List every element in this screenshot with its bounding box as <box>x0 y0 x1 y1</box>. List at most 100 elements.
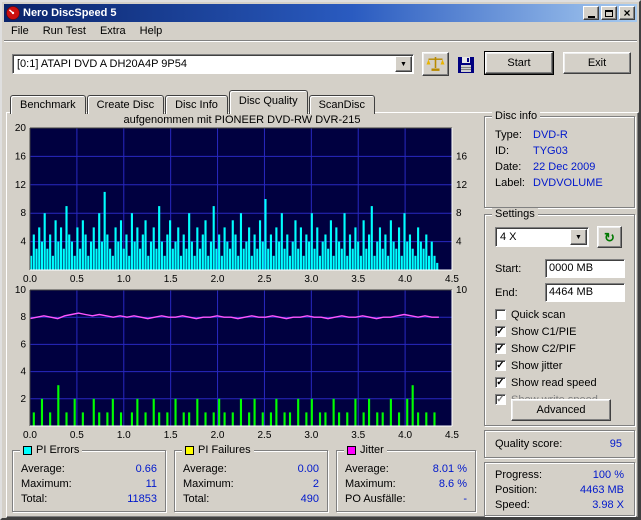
menu-bar: File Run Test Extra Help <box>4 22 637 40</box>
stat-label: Average: <box>183 463 227 475</box>
pi-failures-swatch-icon <box>185 446 194 455</box>
close-icon: × <box>623 6 631 20</box>
svg-text:0.0: 0.0 <box>23 274 37 285</box>
svg-text:10: 10 <box>15 286 27 296</box>
svg-text:6: 6 <box>20 339 26 350</box>
svg-text:12: 12 <box>15 180 27 191</box>
progress-value: 100 % <box>592 469 624 481</box>
speed-select-value: 4 X <box>500 231 517 243</box>
drive-select-value: [0:1] ATAPI DVD A DH20A4P 9P54 <box>17 58 187 70</box>
svg-text:8: 8 <box>456 208 462 219</box>
checkbox-show-c1-pie[interactable]: ✓ Show C1/PIE <box>495 324 576 339</box>
start-position-value: 0000 MB <box>549 262 594 274</box>
checkbox-box: ✓ <box>495 309 506 320</box>
end-position-value: 4464 MB <box>549 286 594 298</box>
minimize-button[interactable] <box>583 6 599 20</box>
pi-errors-title: PI Errors <box>36 444 80 456</box>
checkbox-label: Quick scan <box>511 308 566 321</box>
check-icon: ✓ <box>496 394 505 405</box>
refresh-button[interactable]: ↻ <box>597 226 622 248</box>
tab-scandisc[interactable]: ScanDisc <box>308 95 376 114</box>
stat-label: Total: <box>21 493 48 505</box>
pi-failures-jitter-chart: 0.0 0.5 1.0 1.5 2.0 2.5 3.0 3.5 4.0 4.5 2 4 6 8 10 10 <box>15 286 468 441</box>
svg-text:0.5: 0.5 <box>70 430 84 441</box>
tab-disc-quality[interactable]: Disc Quality <box>228 90 308 114</box>
pi-errors-legend: PI Errors <box>20 444 83 457</box>
settings-group: Settings 4 X ▼ ↻ Start: 0000 MB End: 446… <box>484 208 635 426</box>
svg-text:20: 20 <box>15 124 27 134</box>
disc-info-value: TYG03 <box>533 145 568 157</box>
start-button[interactable]: Start <box>484 51 554 75</box>
jitter-panel: Jitter Average: 8.01 % Maximum: 8.6 % PO… <box>336 444 476 512</box>
chevron-down-icon[interactable]: ▼ <box>570 229 587 245</box>
settings-title: Settings <box>492 208 538 221</box>
checkbox-label: Show read speed <box>511 376 597 389</box>
svg-text:4: 4 <box>456 237 462 248</box>
svg-text:4: 4 <box>20 237 26 248</box>
pi-failures-panel: PI Failures Average: 0.00 Maximum: 2 Tot… <box>174 444 328 512</box>
exit-button[interactable]: Exit <box>563 52 631 74</box>
disc-info-value: DVDVOLUME <box>533 177 603 189</box>
save-icon <box>458 56 474 73</box>
tab-bar: Benchmark Create Disc Disc Info Disc Qua… <box>10 90 376 114</box>
svg-text:3.5: 3.5 <box>351 430 365 441</box>
checkbox-show-jitter[interactable]: ✓ Show jitter <box>495 358 562 373</box>
svg-text:1.5: 1.5 <box>164 430 178 441</box>
progress-box: Progress: 100 % Position: 4463 MB Speed:… <box>484 462 635 516</box>
checkbox-box: ✓ <box>495 377 506 388</box>
drive-select[interactable]: [0:1] ATAPI DVD A DH20A4P 9P54 ▼ <box>12 54 414 74</box>
disc-info-value: DVD-R <box>533 129 568 141</box>
svg-text:3.0: 3.0 <box>304 430 318 441</box>
window-controls: × <box>583 6 635 20</box>
start-position-field[interactable]: 0000 MB <box>545 259 625 278</box>
window-title: Nero DiscSpeed 5 <box>23 7 117 19</box>
checkbox-box: ✓ <box>495 326 506 337</box>
jitter-legend: Jitter <box>344 444 387 457</box>
svg-text:2.5: 2.5 <box>257 430 271 441</box>
menu-item-run-test[interactable]: Run Test <box>36 23 93 39</box>
svg-text:4.0: 4.0 <box>398 430 412 441</box>
menu-item-extra[interactable]: Extra <box>93 23 133 39</box>
disc-info-title: Disc info <box>492 110 541 123</box>
scales-icon <box>426 57 445 71</box>
stat-value: 0.00 <box>297 463 319 475</box>
stat-label: Total: <box>183 493 210 505</box>
stat-value: 8.6 % <box>438 478 467 490</box>
checkbox-show-read-speed[interactable]: ✓ Show read speed <box>495 375 597 390</box>
pi-failures-title: PI Failures <box>198 444 251 456</box>
pi-failures-legend: PI Failures <box>182 444 254 457</box>
svg-text:2.0: 2.0 <box>211 430 225 441</box>
chevron-down-icon[interactable]: ▼ <box>395 56 412 72</box>
svg-text:2.0: 2.0 <box>211 274 225 285</box>
end-position-field[interactable]: 4464 MB <box>545 283 625 302</box>
app-window: Nero DiscSpeed 5 × File Run Test Extra H… <box>0 0 641 520</box>
disc-info-label: Date: <box>495 161 522 173</box>
svg-text:2: 2 <box>20 394 26 405</box>
close-button[interactable]: × <box>619 6 635 20</box>
save-button[interactable] <box>454 54 478 75</box>
pi-errors-chart: 0.0 0.5 1.0 1.5 2.0 2.5 3.0 3.5 4.0 4.5 4 8 12 16 20 4 8… <box>15 124 468 285</box>
tab-disc-info[interactable]: Disc Info <box>165 95 228 114</box>
stat-label: Average: <box>345 463 389 475</box>
pi-errors-panel: PI Errors Average: 0.66 Maximum: 11 Tota… <box>12 444 166 512</box>
end-position-label: End: <box>495 287 518 299</box>
tab-create-disc[interactable]: Create Disc <box>86 95 165 114</box>
maximize-button[interactable] <box>601 6 617 20</box>
checkbox-label: Show C2/PIF <box>511 342 576 355</box>
speed-value: 3.98 X <box>592 499 624 511</box>
advanced-button[interactable]: Advanced <box>511 399 611 421</box>
tab-benchmark[interactable]: Benchmark <box>10 95 86 114</box>
maximize-icon <box>605 9 613 17</box>
checkbox-quick-scan[interactable]: ✓ Quick scan <box>495 307 565 322</box>
stat-value: 11 <box>145 478 157 490</box>
checkbox-show-c2-pif[interactable]: ✓ Show C2/PIF <box>495 341 576 356</box>
menu-item-file[interactable]: File <box>4 23 36 39</box>
speed-select[interactable]: 4 X ▼ <box>495 227 589 247</box>
calibration-button[interactable] <box>422 52 449 76</box>
progress-label: Progress: <box>495 469 543 481</box>
stat-label: PO Ausfälle: <box>345 493 406 505</box>
start-position-label: Start: <box>495 263 522 275</box>
menu-item-help[interactable]: Help <box>133 23 170 39</box>
stat-label: Average: <box>21 463 65 475</box>
svg-text:4.5: 4.5 <box>445 274 459 285</box>
